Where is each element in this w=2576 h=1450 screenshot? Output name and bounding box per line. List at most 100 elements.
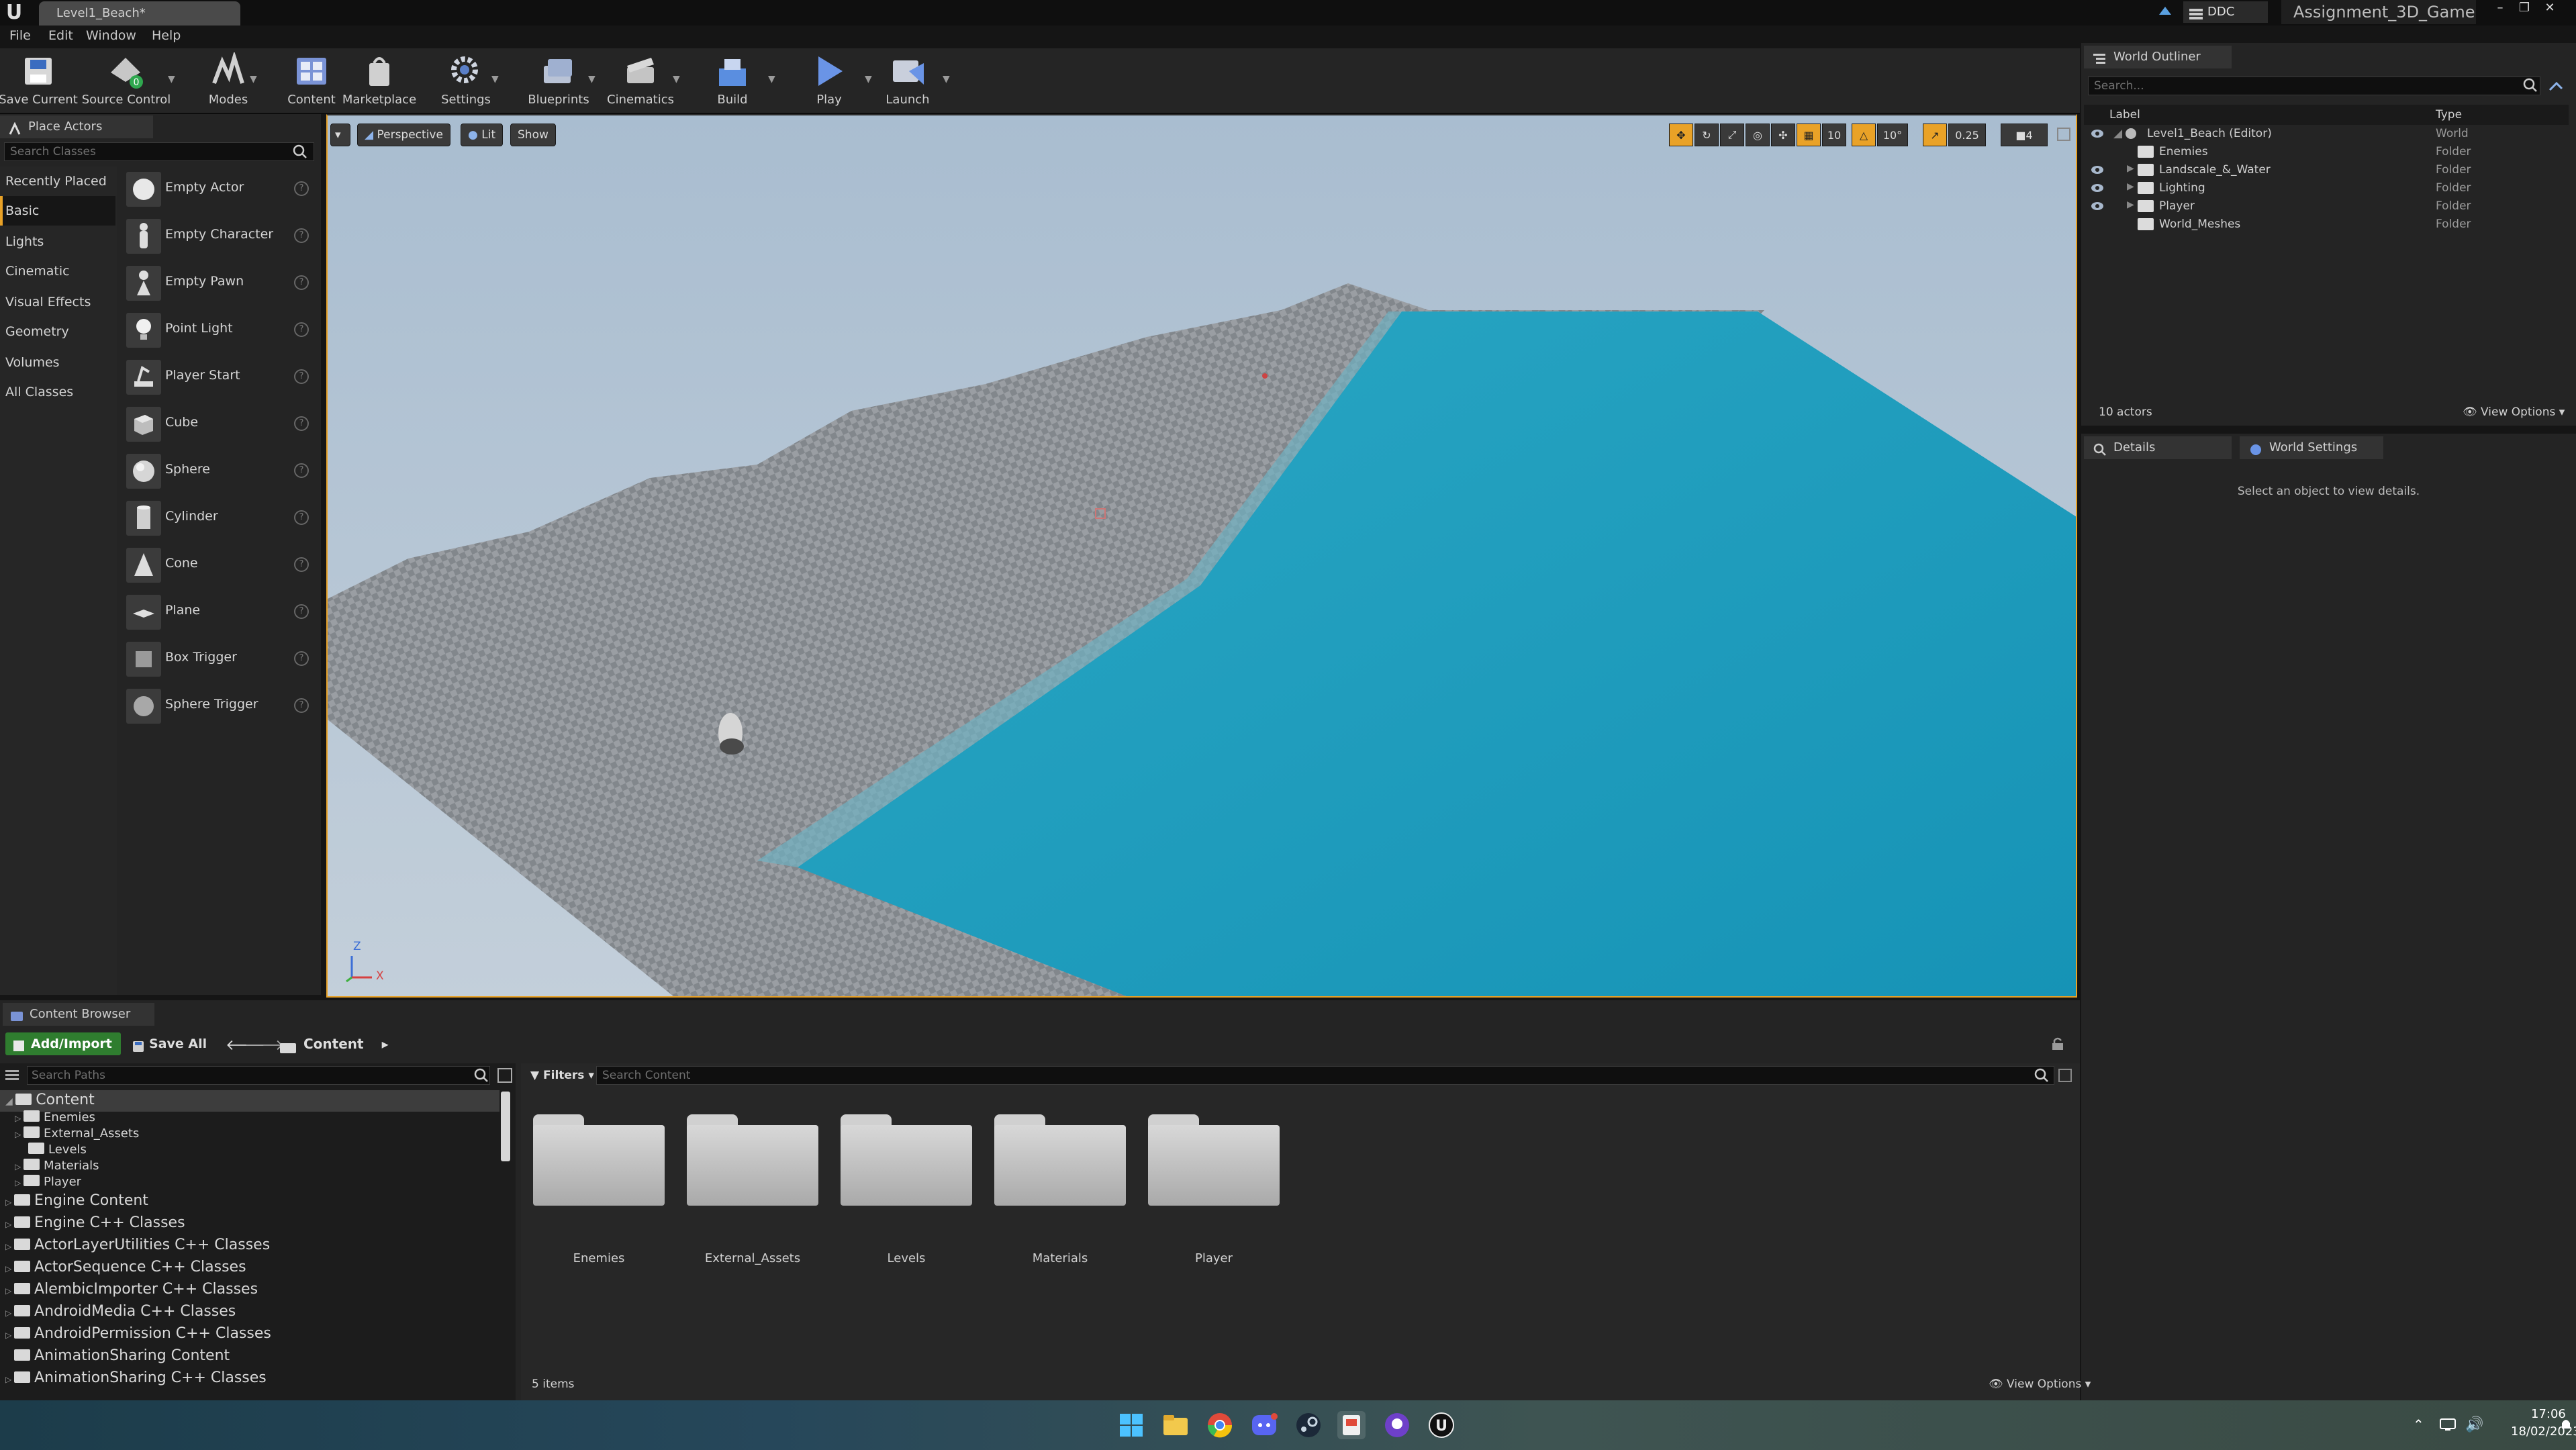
- build-button[interactable]: Build: [704, 48, 761, 113]
- asset-folder-player[interactable]: Player: [1141, 1112, 1282, 1273]
- actor-sphere-trigger[interactable]: Sphere Trigger ?: [120, 683, 316, 728]
- lock-icon[interactable]: [2050, 1036, 2065, 1055]
- unreal-engine-taskbar-icon[interactable]: U: [1427, 1411, 1456, 1439]
- snipping-tool-icon[interactable]: [1337, 1411, 1366, 1439]
- rotate-tool-icon[interactable]: ↻: [1695, 124, 1719, 146]
- chrome-icon[interactable]: [1206, 1411, 1234, 1439]
- col-label-header[interactable]: Label: [2109, 108, 2140, 122]
- tree-item-content[interactable]: ◢ Content: [5, 1092, 95, 1108]
- visibility-eye-icon[interactable]: [2091, 183, 2104, 193]
- world-outliner-tab[interactable]: World Outliner: [2084, 46, 2232, 68]
- actor-cube[interactable]: Cube ?: [120, 401, 316, 446]
- filters-button[interactable]: ▼ Filters ▾: [528, 1066, 594, 1085]
- rotation-snap-icon[interactable]: △: [1852, 124, 1876, 146]
- visibility-eye-icon[interactable]: [2091, 165, 2104, 175]
- tree-item-levels[interactable]: Levels: [28, 1143, 87, 1157]
- outliner-row-lighting[interactable]: ▶ Lighting Folder: [2084, 179, 2569, 197]
- minimize-button[interactable]: –: [2488, 0, 2512, 17]
- chevron-down-icon[interactable]: ▼: [250, 74, 257, 85]
- unreal-logo-icon[interactable]: U: [3, 1, 26, 24]
- save-current-button[interactable]: Save Current: [0, 48, 78, 113]
- discord-icon[interactable]: [1250, 1411, 1278, 1439]
- expand-arrow-icon[interactable]: ▶: [2127, 163, 2134, 174]
- category-all-classes[interactable]: All Classes: [0, 377, 115, 407]
- category-cinematic[interactable]: Cinematic: [0, 256, 115, 286]
- level-viewport[interactable]: ▾ ◢ Perspective ● Lit Show ✥ ↻ ⤢ ◎ ✣ ▦ 1…: [326, 114, 2077, 998]
- ddc-indicator[interactable]: DDC: [2183, 1, 2268, 23]
- actor-cone[interactable]: Cone ?: [120, 542, 316, 587]
- category-geometry[interactable]: Geometry: [0, 317, 115, 346]
- menu-help[interactable]: Help: [152, 28, 181, 43]
- asset-folder-materials[interactable]: Materials: [988, 1112, 1129, 1273]
- menu-file[interactable]: File: [9, 28, 31, 43]
- collapse-sources-icon[interactable]: [4, 1067, 20, 1087]
- tree-item-engine-cpp[interactable]: ▷ Engine C++ Classes: [5, 1214, 185, 1231]
- help-icon[interactable]: ?: [294, 181, 309, 196]
- actor-empty-character[interactable]: Empty Character ?: [120, 213, 316, 258]
- breadcrumb[interactable]: Content ▸: [277, 1032, 389, 1055]
- help-icon[interactable]: ?: [294, 416, 309, 431]
- outliner-row-world[interactable]: ◢ Level1_Beach (Editor) World: [2084, 125, 2569, 143]
- col-type-header[interactable]: Type: [2436, 108, 2462, 122]
- lit-button[interactable]: ● Lit: [461, 124, 504, 146]
- tree-item-androidpermission[interactable]: ▷ AndroidPermission C++ Classes: [5, 1325, 271, 1342]
- search-icon[interactable]: [2523, 78, 2538, 96]
- help-icon[interactable]: ?: [294, 510, 309, 525]
- help-icon[interactable]: ?: [294, 604, 309, 619]
- breadcrumb-arrow-icon[interactable]: ▸: [382, 1036, 389, 1052]
- outliner-row-world-meshes[interactable]: World_Meshes Folder: [2084, 215, 2569, 234]
- grid-snap-icon[interactable]: ▦: [1797, 124, 1821, 146]
- help-icon[interactable]: ?: [294, 651, 309, 666]
- search-icon[interactable]: [2034, 1068, 2049, 1086]
- asset-folder-levels[interactable]: Levels: [834, 1112, 975, 1273]
- outliner-row-player[interactable]: ▶ Player Folder: [2084, 197, 2569, 215]
- tree-item-engine-content[interactable]: ▷ Engine Content: [5, 1192, 148, 1209]
- actor-sphere[interactable]: Sphere ?: [120, 448, 316, 493]
- category-basic[interactable]: Basic: [0, 196, 115, 226]
- tree-item-actorsequence[interactable]: ▷ ActorSequence C++ Classes: [5, 1259, 246, 1275]
- actor-empty-pawn[interactable]: Empty Pawn ?: [120, 260, 316, 305]
- outliner-row-landscape-water[interactable]: ▶ Landscale_&_Water Folder: [2084, 161, 2569, 179]
- world-settings-tab[interactable]: World Settings: [2240, 436, 2383, 459]
- asset-folder-external-assets[interactable]: External_Assets: [680, 1112, 821, 1273]
- save-search-icon[interactable]: [2057, 1067, 2073, 1087]
- search-paths-input[interactable]: Search Paths: [27, 1066, 490, 1085]
- details-tab[interactable]: Details: [2084, 436, 2232, 459]
- grid-snap-value[interactable]: 10: [1822, 124, 1846, 146]
- scene-render[interactable]: [328, 115, 2077, 998]
- file-explorer-icon[interactable]: [1161, 1411, 1190, 1439]
- content-button[interactable]: Content: [282, 48, 341, 113]
- outliner-view-options-button[interactable]: 👁 View Options ▾: [2463, 405, 2565, 419]
- rotation-snap-value[interactable]: 10°: [1877, 124, 1908, 146]
- chevron-down-icon[interactable]: ▼: [168, 74, 175, 85]
- volume-icon[interactable]: 🔊: [2465, 1416, 2483, 1433]
- actor-empty-actor[interactable]: Empty Actor ?: [120, 166, 316, 211]
- place-actors-tab[interactable]: Place Actors: [0, 115, 153, 138]
- add-filter-icon[interactable]: [2547, 77, 2566, 97]
- chevron-down-icon[interactable]: ▼: [673, 74, 680, 85]
- path-scrollbar[interactable]: [501, 1092, 510, 1161]
- outliner-row-enemies[interactable]: Enemies Folder: [2084, 143, 2569, 161]
- help-icon[interactable]: ?: [294, 463, 309, 478]
- scale-snap-icon[interactable]: ↗: [1923, 124, 1947, 146]
- chevron-down-icon[interactable]: ▼: [865, 74, 872, 85]
- save-all-button[interactable]: Save All: [132, 1032, 207, 1055]
- tree-item-external-assets[interactable]: ▷ External_Assets: [15, 1126, 139, 1141]
- tree-item-enemies[interactable]: ▷ Enemies: [15, 1110, 95, 1124]
- tree-item-player[interactable]: ▷ Player: [15, 1175, 81, 1189]
- actor-point-light[interactable]: Point Light ?: [120, 307, 316, 352]
- tree-item-animationsharing-cpp[interactable]: ▷ AnimationSharing C++ Classes: [5, 1369, 267, 1386]
- content-view-options-button[interactable]: 👁 View Options ▾: [1989, 1378, 2091, 1391]
- perspective-button[interactable]: ◢ Perspective: [357, 124, 450, 146]
- help-icon[interactable]: ?: [294, 322, 309, 337]
- add-import-button[interactable]: Add/Import ▾: [5, 1032, 121, 1074]
- search-content-input[interactable]: Search Content: [596, 1066, 2054, 1085]
- tree-item-androidmedia[interactable]: ▷ AndroidMedia C++ Classes: [5, 1303, 236, 1320]
- actor-cylinder[interactable]: Cylinder ?: [120, 495, 316, 540]
- actor-plane[interactable]: Plane ?: [120, 589, 316, 634]
- search-icon[interactable]: [293, 144, 307, 162]
- chevron-down-icon[interactable]: ▼: [491, 74, 499, 85]
- play-button[interactable]: Play: [799, 48, 859, 113]
- asset-folder-enemies[interactable]: Enemies: [526, 1112, 667, 1273]
- restore-button[interactable]: ❐: [2512, 0, 2536, 17]
